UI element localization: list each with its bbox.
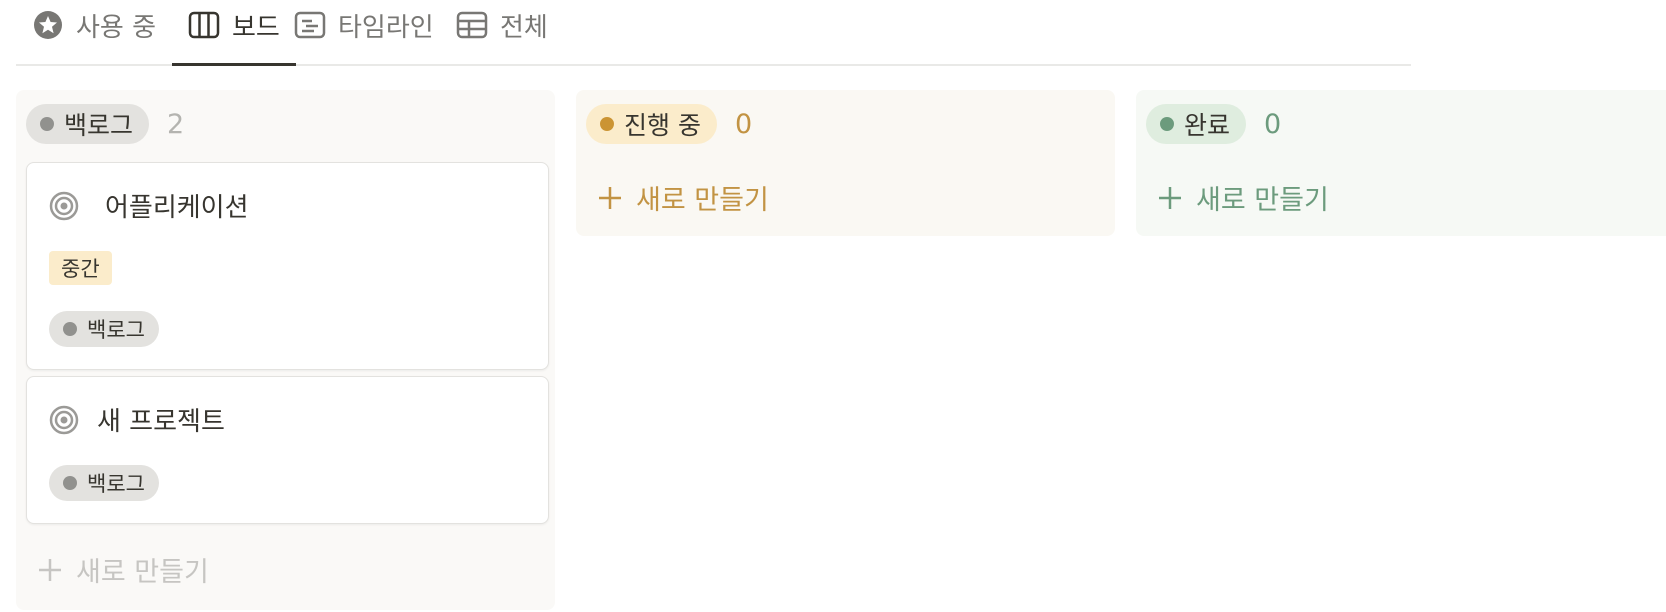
plus-icon xyxy=(1159,186,1181,209)
status-dot xyxy=(600,117,614,131)
status-pill[interactable]: 진행 중 xyxy=(586,104,717,144)
tab-all[interactable]: 전체 xyxy=(456,0,548,64)
status-label: 완료 xyxy=(1184,111,1231,140)
status-tag: 백로그 xyxy=(49,311,159,347)
target-icon xyxy=(49,191,79,221)
card-title-text: 어플리케이션 xyxy=(105,193,249,223)
board-column-backlog: 백로그 2 어플리케이션 중간 백로그 새 프로젝트 백로그 새로 만들기 xyxy=(16,90,555,610)
status-dot xyxy=(63,322,77,336)
new-card-button[interactable]: 새로 만들기 xyxy=(598,178,769,217)
status-label: 진행 중 xyxy=(624,111,701,140)
tab-label: 보드 xyxy=(232,12,280,43)
card-title: 어플리케이션 xyxy=(49,187,249,224)
status-tag-label: 백로그 xyxy=(87,318,145,342)
tab-label: 전체 xyxy=(500,12,548,43)
card-title-text: 새 프로젝트 xyxy=(97,407,225,437)
new-card-label: 새로 만들기 xyxy=(76,557,209,588)
status-tag: 백로그 xyxy=(49,465,159,501)
column-header: 백로그 2 xyxy=(26,104,184,144)
new-card-label: 새로 만들기 xyxy=(636,185,769,216)
board-card[interactable]: 새 프로젝트 백로그 xyxy=(26,376,549,524)
tab-timeline[interactable]: 타임라인 xyxy=(294,0,434,64)
status-dot xyxy=(40,117,54,131)
plus-icon xyxy=(599,186,621,209)
column-header: 완료 0 xyxy=(1146,104,1281,144)
table-icon xyxy=(456,9,488,41)
board-columns-icon xyxy=(188,9,220,41)
status-pill[interactable]: 백로그 xyxy=(26,104,150,144)
status-dot xyxy=(63,476,77,490)
new-card-button[interactable]: 새로 만들기 xyxy=(38,550,209,589)
plus-icon xyxy=(39,558,61,581)
column-count: 0 xyxy=(1264,108,1282,140)
tab-in-use[interactable]: 사용 중 xyxy=(32,0,156,64)
column-count: 0 xyxy=(734,108,753,140)
card-title: 새 프로젝트 xyxy=(49,401,225,438)
board-column-in-progress: 진행 중 0 새로 만들기 xyxy=(576,90,1115,236)
board-column-done: 완료 0 새로 만들기 xyxy=(1136,90,1666,236)
new-card-label: 새로 만들기 xyxy=(1196,185,1329,216)
status-dot xyxy=(1160,117,1174,131)
status-pill[interactable]: 완료 xyxy=(1146,104,1247,144)
tab-label: 사용 중 xyxy=(76,12,157,43)
priority-tag: 중간 xyxy=(49,251,112,285)
board-card[interactable]: 어플리케이션 중간 백로그 xyxy=(26,162,549,370)
column-count: 2 xyxy=(167,108,185,140)
timeline-icon xyxy=(294,9,326,41)
status-tag-label: 백로그 xyxy=(87,472,145,496)
column-header: 진행 중 0 xyxy=(586,104,752,144)
new-card-button[interactable]: 새로 만들기 xyxy=(1158,178,1329,217)
tab-label: 타임라인 xyxy=(338,12,434,43)
status-label: 백로그 xyxy=(64,111,134,140)
tab-board[interactable]: 보드 xyxy=(172,0,296,66)
view-tabs: 사용 중 보드 타임라인 전체 xyxy=(16,0,1411,66)
star-circle-icon xyxy=(32,9,64,41)
target-icon xyxy=(49,405,79,435)
